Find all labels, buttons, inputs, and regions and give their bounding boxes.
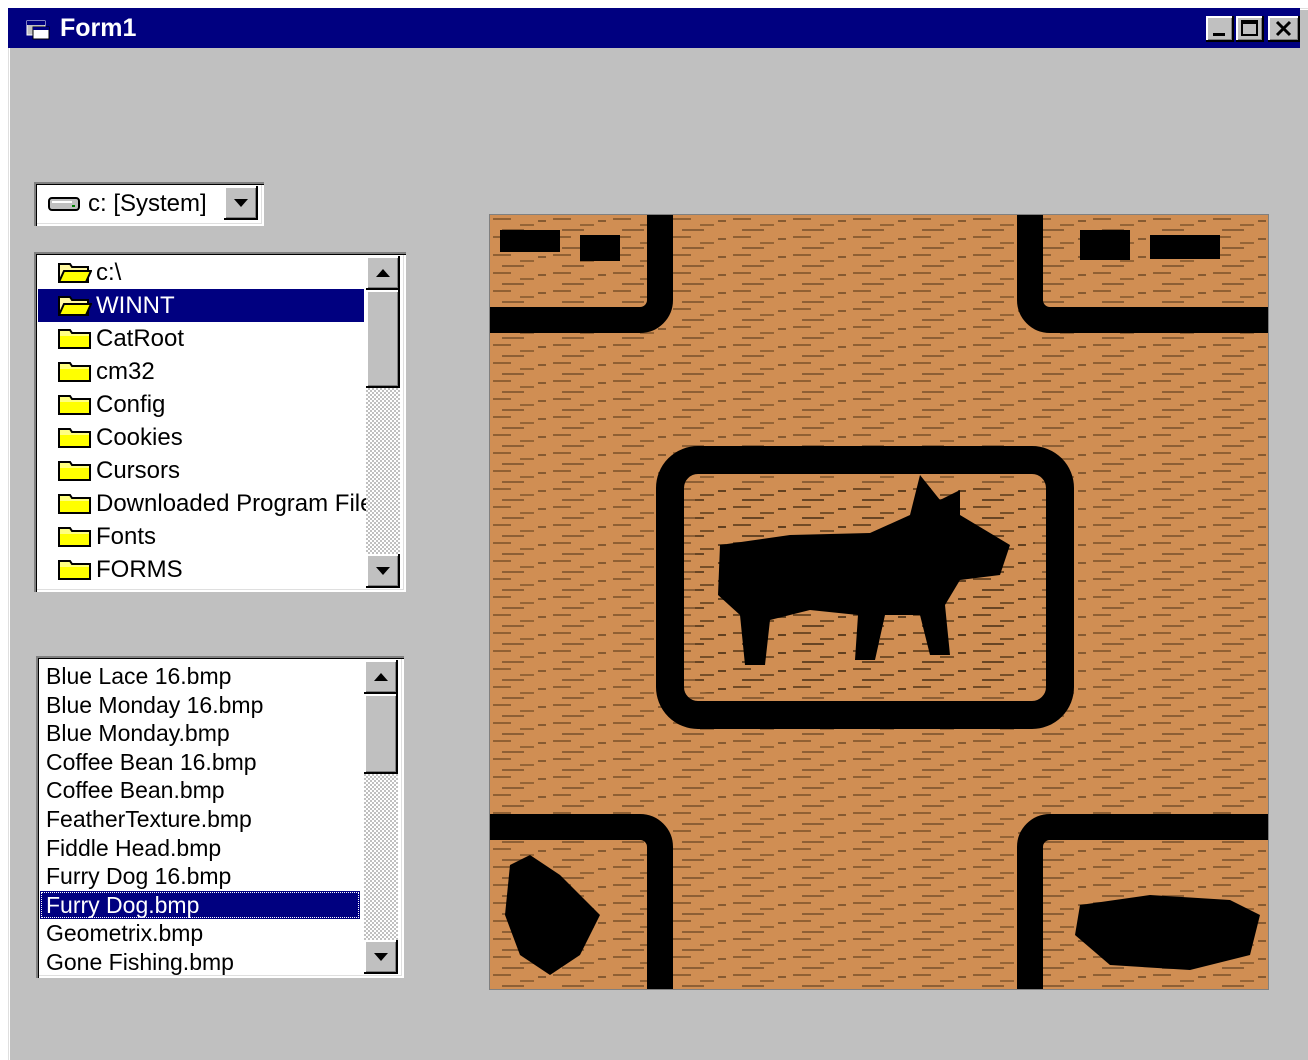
- directory-item[interactable]: Config: [38, 388, 364, 421]
- maximize-icon: [1241, 20, 1258, 36]
- picture-box: [490, 215, 1268, 989]
- directory-item[interactable]: Cookies: [38, 421, 364, 454]
- file-item[interactable]: FeatherTexture.bmp: [40, 805, 360, 833]
- file-scrollbar[interactable]: [364, 660, 398, 974]
- directory-item[interactable]: Fonts: [38, 520, 364, 553]
- directory-item[interactable]: cm32: [38, 355, 364, 388]
- close-icon: [1275, 20, 1292, 37]
- file-list[interactable]: Blue Lace 16.bmp Blue Monday 16.bmp Blue M…: [36, 656, 404, 978]
- folder-icon: [58, 560, 91, 580]
- file-item[interactable]: Geometrix.bmp: [40, 919, 360, 947]
- minimize-icon: [1213, 33, 1225, 36]
- directory-item-label: Downloaded Program File: [96, 490, 374, 517]
- maximize-button[interactable]: [1236, 16, 1264, 42]
- directory-item[interactable]: c:\: [38, 256, 364, 289]
- directory-item-label: Config: [96, 391, 166, 418]
- directory-list[interactable]: c:\ WINNT CatRoot cm32 Config Cookies Cursors D…: [34, 252, 406, 592]
- drive-icon: [48, 197, 80, 211]
- directory-item-label: FORMS: [96, 556, 183, 583]
- chevron-up-icon: [376, 269, 390, 277]
- file-item[interactable]: Coffee Bean 16.bmp: [40, 748, 360, 776]
- scroll-up-button[interactable]: [364, 660, 398, 694]
- file-item-label: FeatherTexture.bmp: [46, 806, 252, 832]
- open-folder-icon: [58, 263, 92, 283]
- directory-item-label: CatRoot: [96, 325, 185, 352]
- window-title: Form1: [60, 14, 137, 42]
- directory-item-label: Cursors: [96, 457, 181, 484]
- file-item-label: Furry Dog 16.bmp: [46, 863, 232, 890]
- folder-icon: [58, 461, 91, 481]
- file-item[interactable]: Gone Fishing.bmp: [40, 948, 360, 976]
- directory-item[interactable]: WINNT: [38, 289, 364, 322]
- folder-icon: [58, 395, 91, 415]
- folder-icon: [58, 329, 91, 349]
- file-item[interactable]: Furry Dog 16.bmp: [40, 862, 360, 890]
- directory-scrollbar[interactable]: [366, 256, 400, 588]
- furry-dog-image: [490, 215, 1268, 989]
- file-item[interactable]: Blue Monday 16.bmp: [40, 691, 360, 719]
- file-item-label: Furry Dog.bmp: [46, 891, 200, 918]
- file-item-label: Blue Lace 16.bmp: [46, 663, 232, 689]
- directory-item-label: cm32: [96, 358, 155, 385]
- chevron-down-icon: [376, 567, 390, 575]
- chevron-down-icon: [234, 199, 248, 207]
- file-item-label: Blue Monday.bmp: [46, 720, 230, 747]
- file-item-label: Coffee Bean.bmp: [46, 777, 225, 804]
- directory-item[interactable]: CatRoot: [38, 322, 364, 355]
- scroll-down-button[interactable]: [366, 554, 400, 588]
- directory-item[interactable]: FORMS: [38, 553, 364, 586]
- directory-item[interactable]: Cursors: [38, 454, 364, 487]
- file-item[interactable]: Blue Lace 16.bmp: [40, 662, 360, 690]
- directory-item-label: Cookies: [96, 424, 183, 451]
- folder-icon: [58, 527, 91, 547]
- drive-dropdown-button[interactable]: [224, 186, 258, 220]
- file-item[interactable]: Coffee Bean.bmp: [40, 776, 360, 804]
- open-folder-icon: [58, 296, 92, 316]
- file-item[interactable]: Blue Monday.bmp: [40, 719, 360, 747]
- app-icon: [26, 20, 50, 40]
- scrollbar-thumb[interactable]: [364, 694, 398, 774]
- file-item-label: Geometrix.bmp: [46, 920, 204, 947]
- scroll-up-button[interactable]: [366, 256, 400, 290]
- folder-icon: [58, 494, 91, 514]
- file-item[interactable]: Furry Dog.bmp: [40, 890, 360, 919]
- chevron-up-icon: [374, 673, 388, 681]
- directory-item[interactable]: Downloaded Program File: [38, 487, 373, 520]
- directory-item-label: c:\: [96, 259, 122, 286]
- scroll-down-button[interactable]: [364, 940, 398, 974]
- title-bar[interactable]: Form1: [8, 8, 1300, 48]
- minimize-button[interactable]: [1206, 16, 1234, 42]
- directory-item-label: WINNT: [96, 292, 175, 319]
- close-button[interactable]: [1268, 16, 1300, 42]
- chevron-down-icon: [374, 953, 388, 961]
- scrollbar-thumb[interactable]: [366, 290, 400, 388]
- folder-icon: [58, 362, 91, 382]
- drive-label: c: [System]: [88, 190, 207, 217]
- file-item-label: Fiddle Head.bmp: [46, 834, 222, 861]
- file-item-label: Gone Fishing.bmp: [46, 949, 234, 975]
- folder-icon: [58, 428, 91, 448]
- file-item-label: Blue Monday 16.bmp: [46, 691, 264, 718]
- file-item-label: Coffee Bean 16.bmp: [46, 748, 257, 775]
- directory-item-label: Fonts: [96, 523, 157, 550]
- file-item[interactable]: Fiddle Head.bmp: [40, 834, 360, 862]
